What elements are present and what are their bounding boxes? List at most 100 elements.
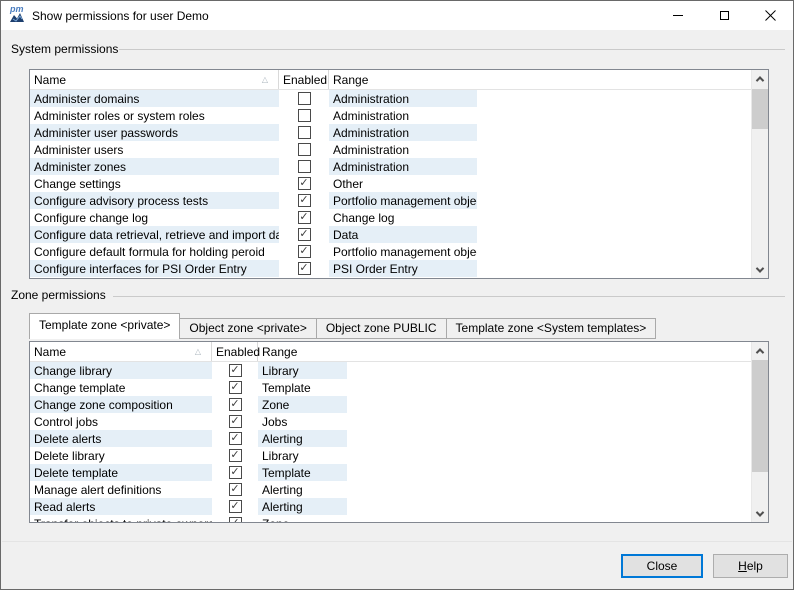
scroll-up-button[interactable] [752, 70, 768, 87]
permission-range: Administration [329, 90, 477, 107]
minimize-icon [673, 15, 683, 16]
enabled-cell [212, 447, 258, 464]
scrollbar-thumb[interactable] [752, 89, 768, 129]
table-row[interactable] [30, 277, 768, 279]
permission-range: PSI Order Entry [329, 260, 477, 277]
enabled-checkbox[interactable] [298, 228, 311, 241]
enabled-checkbox[interactable] [298, 262, 311, 275]
permission-range: Administration [329, 124, 477, 141]
system-permissions-table: Name △ Enabled Range Administer domains … [29, 69, 769, 279]
window-controls [655, 1, 793, 30]
table-row[interactable]: Configure default formula for holding pe… [30, 243, 768, 260]
enabled-checkbox[interactable] [298, 160, 311, 173]
zone-tab[interactable]: Object zone PUBLIC [317, 318, 447, 339]
help-button[interactable]: Help [713, 554, 788, 578]
zone-tab[interactable]: Template zone <private> [29, 313, 180, 339]
permission-name: Configure change log [30, 209, 279, 226]
close-button[interactable]: Close [621, 554, 703, 578]
permission-range: Data [329, 226, 477, 243]
enabled-checkbox[interactable] [229, 449, 242, 462]
title-bar[interactable]: pm Show permissions for user Demo [1, 1, 793, 30]
chevron-down-icon [756, 508, 764, 516]
enabled-checkbox[interactable] [298, 211, 311, 224]
enabled-cell [279, 260, 329, 277]
system-header-range[interactable]: Range [329, 70, 477, 89]
table-row[interactable]: Change zone composition Zone [30, 396, 768, 413]
zone-tab[interactable]: Template zone <System templates> [447, 318, 657, 339]
permission-range: Other [329, 175, 477, 192]
enabled-checkbox[interactable] [298, 109, 311, 122]
table-row[interactable]: Configure data retrieval, retrieve and i… [30, 226, 768, 243]
app-icon-text: pm [10, 5, 24, 14]
enabled-checkbox[interactable] [229, 517, 242, 523]
enabled-checkbox[interactable] [298, 245, 311, 258]
system-header-name[interactable]: Name △ [30, 70, 279, 89]
permission-name: Read alerts [30, 498, 212, 515]
enabled-cell [279, 158, 329, 175]
scroll-down-button[interactable] [752, 505, 768, 522]
table-row[interactable]: Control jobs Jobs [30, 413, 768, 430]
zone-header-name[interactable]: Name △ [30, 342, 212, 361]
zone-table-scrollbar[interactable] [751, 342, 768, 522]
close-window-button[interactable] [747, 1, 793, 30]
zone-header-enabled[interactable]: Enabled [212, 342, 258, 361]
table-row[interactable]: Administer domains Administration [30, 90, 768, 107]
enabled-cell [212, 362, 258, 379]
enabled-checkbox[interactable] [229, 364, 242, 377]
enabled-checkbox[interactable] [298, 126, 311, 139]
table-row[interactable]: Manage alert definitions Alerting [30, 481, 768, 498]
chevron-up-icon [756, 76, 764, 84]
enabled-checkbox[interactable] [298, 143, 311, 156]
enabled-checkbox[interactable] [298, 177, 311, 190]
table-row[interactable]: Configure change log Change log [30, 209, 768, 226]
enabled-cell [279, 141, 329, 158]
enabled-checkbox[interactable] [229, 381, 242, 394]
scrollbar-thumb[interactable] [752, 360, 768, 472]
table-row[interactable]: Delete alerts Alerting [30, 430, 768, 447]
table-row[interactable]: Change library Library [30, 362, 768, 379]
permission-name: Control jobs [30, 413, 212, 430]
enabled-checkbox[interactable] [298, 194, 311, 207]
scroll-up-button[interactable] [752, 342, 768, 359]
enabled-checkbox[interactable] [298, 92, 311, 105]
table-row[interactable]: Configure advisory process tests Portfol… [30, 192, 768, 209]
permission-name: Change zone composition [30, 396, 212, 413]
enabled-checkbox[interactable] [229, 398, 242, 411]
permission-range: Template [258, 464, 347, 481]
system-header-enabled[interactable]: Enabled [279, 70, 329, 89]
table-row[interactable]: Administer users Administration [30, 141, 768, 158]
system-table-scrollbar[interactable] [751, 70, 768, 278]
permission-name: Configure interfaces for PSI Order Entry [30, 260, 279, 277]
enabled-checkbox[interactable] [229, 432, 242, 445]
enabled-checkbox[interactable] [229, 466, 242, 479]
permission-range: Portfolio management objects [329, 192, 477, 209]
table-row[interactable]: Change settings Other [30, 175, 768, 192]
table-row[interactable]: Transfer objects to private ownership Zo… [30, 515, 768, 523]
table-row[interactable]: Configure interfaces for PSI Order Entry… [30, 260, 768, 277]
enabled-checkbox[interactable] [229, 483, 242, 496]
table-row[interactable]: Administer user passwords Administration [30, 124, 768, 141]
table-row[interactable]: Administer roles or system roles Adminis… [30, 107, 768, 124]
maximize-button[interactable] [701, 1, 747, 30]
close-icon [765, 10, 776, 21]
enabled-cell [279, 226, 329, 243]
chevron-down-icon [756, 264, 764, 272]
enabled-checkbox[interactable] [229, 415, 242, 428]
minimize-button[interactable] [655, 1, 701, 30]
table-row[interactable]: Change template Template [30, 379, 768, 396]
scroll-down-button[interactable] [752, 261, 768, 278]
permission-range: Jobs [258, 413, 347, 430]
dialog-window: pm Show permissions for user Demo System… [0, 0, 794, 590]
zone-table-header: Name △ Enabled Range [30, 342, 768, 362]
table-row[interactable]: Read alerts Alerting [30, 498, 768, 515]
zone-header-range[interactable]: Range [258, 342, 347, 361]
enabled-cell [279, 124, 329, 141]
table-row[interactable]: Delete template Template [30, 464, 768, 481]
zone-tab[interactable]: Object zone <private> [180, 318, 316, 339]
table-row[interactable]: Delete library Library [30, 447, 768, 464]
sort-ascending-icon: △ [195, 348, 201, 356]
table-row[interactable]: Administer zones Administration [30, 158, 768, 175]
enabled-cell [279, 90, 329, 107]
enabled-checkbox[interactable] [229, 500, 242, 513]
permission-name: Administer users [30, 141, 279, 158]
